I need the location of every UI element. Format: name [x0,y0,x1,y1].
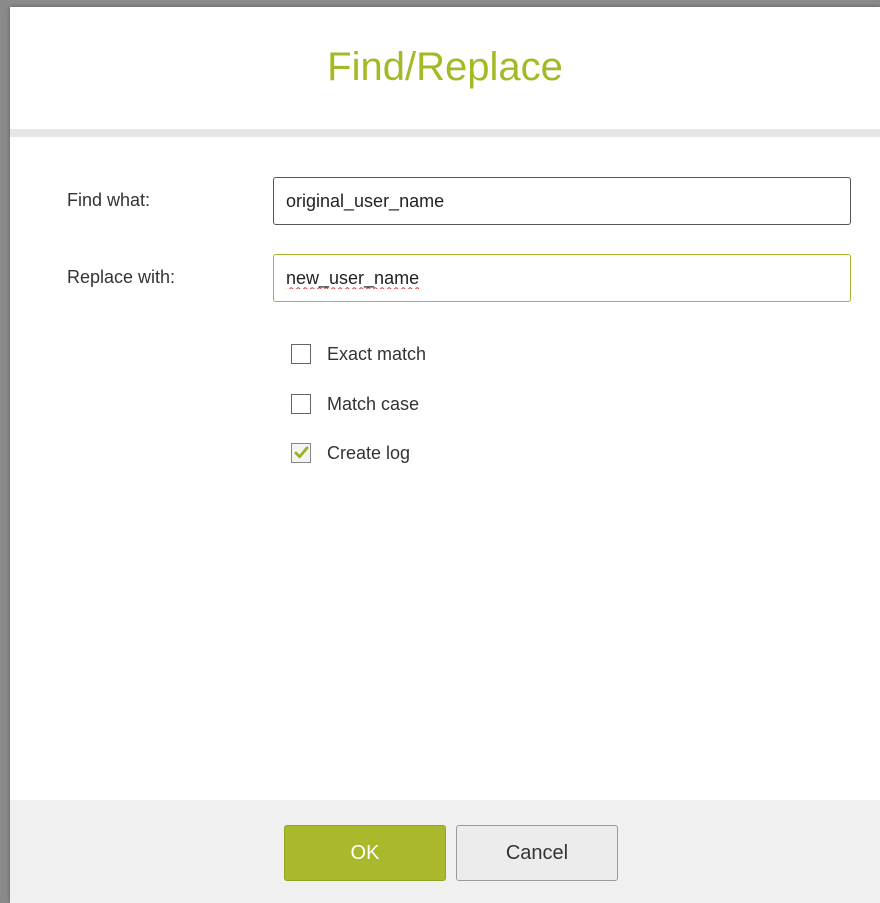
ok-button[interactable]: OK [284,825,446,881]
find-what-label: Find what: [67,190,151,210]
exact-match-label: Exact match [327,343,427,364]
replace-with-label: Replace with: [67,267,176,287]
create-log-checkbox[interactable] [291,443,311,463]
cancel-button[interactable]: Cancel [456,825,618,881]
replace-with-input[interactable] [286,255,842,301]
find-replace-dialog: Find/Replace Find what: Replace with: Ex… [10,7,880,903]
replace-with-field[interactable] [273,254,851,302]
dialog-header: Find/Replace [10,7,880,137]
match-case-option[interactable]: Match case [291,391,419,417]
match-case-label: Match case [327,393,420,414]
exact-match-option[interactable]: Exact match [291,341,426,367]
checkmark-icon [294,446,309,459]
exact-match-checkbox[interactable] [291,344,311,364]
dialog-footer: OK Cancel [10,800,880,903]
find-what-field[interactable] [273,177,851,225]
find-what-input[interactable] [286,178,842,224]
create-log-option[interactable]: Create log [291,440,410,466]
create-log-label: Create log [327,442,411,463]
match-case-checkbox[interactable] [291,394,311,414]
dialog-title: Find/Replace [327,45,563,89]
